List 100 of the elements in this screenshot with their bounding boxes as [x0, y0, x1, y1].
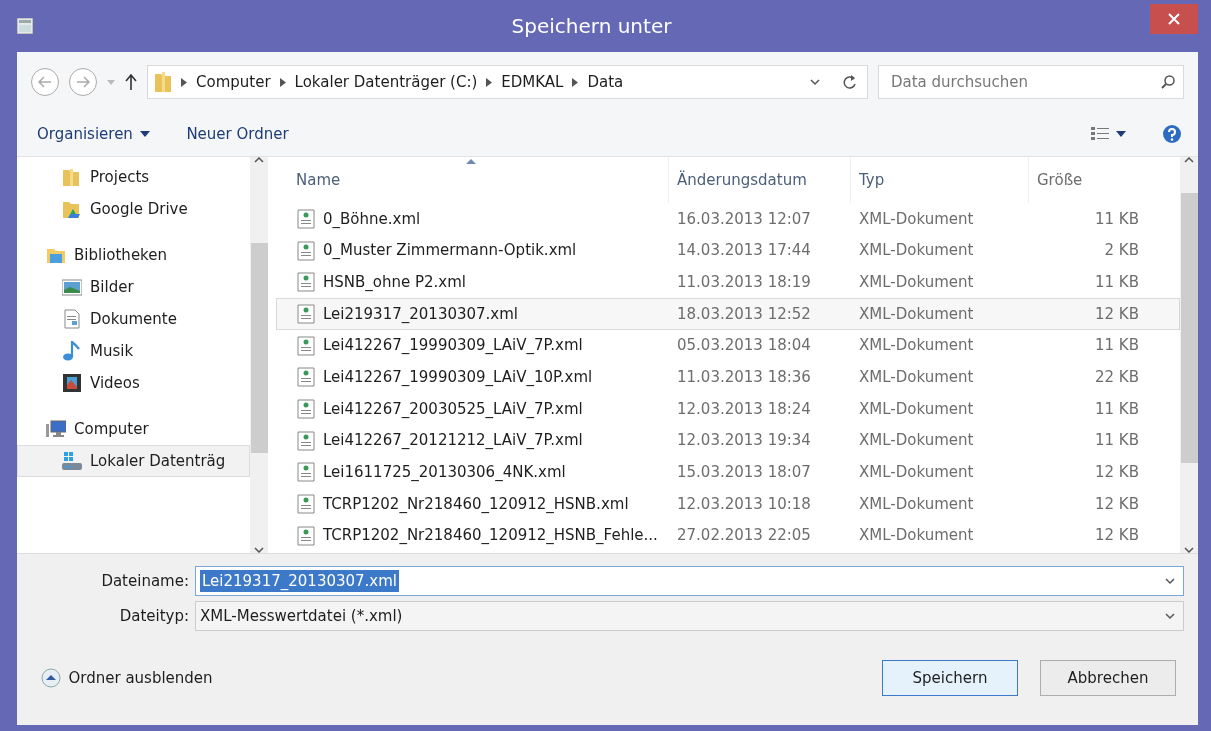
file-name: 0_Böhne.xml: [323, 208, 421, 230]
xml-file-icon: [297, 367, 315, 388]
column-header[interactable]: Größe: [1028, 157, 1150, 203]
folder-icon: [62, 167, 82, 187]
file-date: 18.03.2013 12:52: [676, 303, 812, 325]
computer-icon: [46, 419, 66, 439]
back-button[interactable]: [31, 68, 59, 96]
file-size: 22 KB: [1094, 367, 1139, 389]
forward-arrow-icon: [76, 76, 90, 88]
breadcrumb[interactable]: Computer: [196, 70, 271, 94]
file-row[interactable]: Lei412267_20030525_LAiV_7P.xml 12.03.2013 18:24 XML-Dokument 11 KB: [276, 393, 1180, 425]
film-icon: [62, 373, 82, 393]
xml-file-icon: [297, 430, 315, 451]
file-row[interactable]: HSNB_ohne P2.xml 11.03.2013 18:19 XML-Dokument 11 KB: [276, 266, 1180, 299]
chevron-down-icon: [1165, 612, 1175, 620]
column-header[interactable]: Änderungsdatum: [668, 157, 850, 203]
file-type: XML-Dokument: [858, 303, 975, 325]
file-type: XML-Dokument: [858, 240, 975, 262]
file-row[interactable]: Lei412267_19990309_LAiV_7P.xml 05.03.2013 18:04 XML-Dokument 11 KB: [276, 329, 1180, 362]
file-row[interactable]: Lei412267_20121212_LAiV_7P.xml 12.03.2013 19:34 XML-Dokument 11 KB: [276, 424, 1180, 457]
field-label: Dateiname:: [100, 570, 190, 592]
xml-file-icon: [297, 303, 315, 324]
forward-button[interactable]: [69, 68, 97, 96]
sidebar-item[interactable]: Musik: [17, 335, 250, 367]
breadcrumb[interactable]: Lokaler Datenträger (C:): [294, 70, 478, 94]
sidebar-item[interactable]: Google Drive: [17, 193, 250, 225]
xml-file-icon: [297, 494, 315, 515]
file-date: 16.03.2013 12:07: [676, 208, 812, 230]
new-folder-button[interactable]: Neuer Ordner: [180, 118, 295, 150]
file-name: HSNB_ohne P2.xml: [323, 271, 466, 293]
scroll-up-icon: [1184, 157, 1194, 163]
breadcrumb-arrow-icon: [572, 77, 579, 87]
file-type: XML-Dokument: [858, 271, 975, 293]
breadcrumb-arrow-icon: [181, 77, 187, 87]
sidebar-item[interactable]: Bilder: [17, 271, 250, 303]
filename-field[interactable]: Lei219317_20130307.xml: [195, 566, 1184, 596]
file-size: 12 KB: [1094, 462, 1139, 484]
file-row[interactable]: TCRP1202_Nr218460_120912_HSNB.xml 12.03.2013 10:18 XML-Dokument 12 KB: [276, 488, 1180, 520]
file-date: 15.03.2013 18:07: [676, 462, 812, 484]
field-label: Dateityp:: [118, 605, 190, 627]
dropdown-icon: [107, 79, 115, 85]
back-arrow-icon: [38, 76, 52, 88]
sidebar-item[interactable]: Videos: [17, 367, 250, 399]
file-name: Lei412267_19990309_LAiV_7P.xml: [323, 335, 583, 357]
hide-folders-button[interactable]: Ordner ausblenden: [35, 662, 219, 694]
breadcrumb-arrow-icon: [279, 77, 286, 87]
file-row[interactable]: TCRP1202_Nr218460_120912_HSNB_Fehle... 27.02.2013 22:05 XML-Dokument 12 KB: [276, 519, 1180, 552]
file-row[interactable]: 0_Muster Zimmermann-Optik.xml 14.03.2013 17:44 XML-Dokument 2 KB: [276, 234, 1180, 267]
file-name: Lei412267_20030525_LAiV_7P.xml: [323, 398, 583, 420]
file-name: TCRP1202_Nr218460_120912_HSNB_Fehle...: [323, 525, 658, 547]
scrollbar[interactable]: [1180, 157, 1198, 553]
picture-icon: [62, 277, 82, 297]
file-date: 12.03.2013 18:24: [676, 398, 812, 420]
file-name: Lei219317_20130307.xml: [323, 303, 519, 325]
file-size: 11 KB: [1094, 208, 1139, 230]
save-button[interactable]: Speichern: [882, 660, 1018, 696]
search-icon: [1161, 75, 1175, 89]
file-date: 05.03.2013 18:04: [676, 335, 812, 357]
column-header[interactable]: Name: [276, 168, 668, 192]
file-row[interactable]: Lei412267_19990309_LAiV_10P.xml 11.03.2013 18:36 XML-Dokument 22 KB: [276, 361, 1180, 394]
xml-file-icon: [297, 462, 315, 483]
sidebar-item[interactable]: Computer: [17, 413, 250, 445]
close-button[interactable]: [1150, 4, 1198, 34]
file-date: 12.03.2013 10:18: [676, 493, 812, 515]
file-name: Lei412267_19990309_LAiV_10P.xml: [323, 367, 593, 389]
close-icon: [1168, 13, 1180, 26]
sidebar-item[interactable]: Dokumente: [17, 303, 250, 335]
file-size: 11 KB: [1094, 271, 1139, 293]
breadcrumb[interactable]: EDMKAL: [501, 70, 564, 94]
sidebar-item[interactable]: Bibliotheken: [17, 239, 250, 271]
column-header[interactable]: Typ: [850, 157, 1028, 203]
file-name: 0_Muster Zimmermann-Optik.xml: [323, 240, 577, 262]
breadcrumb-arrow-icon: [486, 77, 493, 87]
file-size: 12 KB: [1094, 303, 1139, 325]
organize-menu[interactable]: Organisieren: [31, 118, 157, 150]
file-row[interactable]: Lei1611725_20130306_4NK.xml 15.03.2013 18:07 XML-Dokument 12 KB: [276, 456, 1180, 489]
file-name: TCRP1202_Nr218460_120912_HSNB.xml: [323, 493, 629, 515]
file-size: 12 KB: [1094, 525, 1139, 547]
file-row[interactable]: Lei219317_20130307.xml 18.03.2013 12:52 XML-Dokument 12 KB: [276, 298, 1180, 330]
cancel-button[interactable]: Abbrechen: [1040, 660, 1176, 696]
sidebar-item[interactable]: Projects: [17, 161, 250, 193]
document-icon: [62, 309, 82, 329]
file-size: 11 KB: [1094, 398, 1139, 420]
refresh-icon: [843, 74, 857, 90]
filetype-dropdown[interactable]: XML-Messwertdatei (*.xml): [195, 601, 1184, 631]
file-size: 11 KB: [1094, 335, 1139, 357]
file-type: XML-Dokument: [858, 493, 975, 515]
scroll-down-icon: [254, 547, 264, 553]
breadcrumb[interactable]: Data: [587, 70, 624, 94]
file-type: XML-Dokument: [858, 398, 975, 420]
file-type: XML-Dokument: [858, 208, 975, 230]
xml-file-icon: [297, 398, 315, 419]
search-field[interactable]: Data durchsuchen: [878, 65, 1184, 99]
file-date: 11.03.2013 18:19: [676, 271, 812, 293]
file-row[interactable]: 0_Böhne.xml 16.03.2013 12:07 XML-Dokument 11 KB: [276, 203, 1180, 235]
up-arrow-icon: [125, 74, 137, 90]
address-bar[interactable]: Computer Lokaler Datenträger (C:) EDMKAL Data: [147, 65, 868, 99]
scrollbar[interactable]: [250, 157, 268, 553]
sidebar-item[interactable]: Lokaler Datenträg: [17, 445, 250, 477]
chevron-down-icon: [810, 78, 820, 86]
